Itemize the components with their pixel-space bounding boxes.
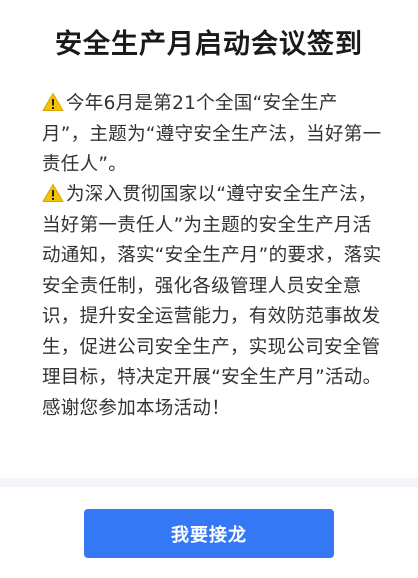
signin-page: 安全生产月启动会议签到 今年6月是第21个全国“安全生产月”，主题为“遵守安全生… xyxy=(0,0,418,578)
notice-paragraph-1: 今年6月是第21个全国“安全生产月”，主题为“遵守安全生产法，当好第一责任人”。 xyxy=(42,89,382,181)
action-bar: 我要接龙 xyxy=(0,487,418,578)
section-divider xyxy=(0,478,418,487)
warning-icon xyxy=(42,93,64,111)
notice-card: 安全生产月启动会议签到 今年6月是第21个全国“安全生产月”，主题为“遵守安全生… xyxy=(0,0,418,478)
warning-icon xyxy=(42,184,64,202)
notice-text-2: 为深入贯彻国家以“遵守安全生产法，当好第一责任人”为主题的安全生产月活动通知，落… xyxy=(42,184,382,419)
notice-text-1: 今年6月是第21个全国“安全生产月”，主题为“遵守安全生产法，当好第一责任人”。 xyxy=(42,93,382,175)
page-title: 安全生产月启动会议签到 xyxy=(55,29,363,60)
notice-paragraph-2: 为深入贯彻国家以“遵守安全生产法，当好第一责任人”为主题的安全生产月活动通知，落… xyxy=(42,180,382,424)
signin-button[interactable]: 我要接龙 xyxy=(84,509,334,558)
